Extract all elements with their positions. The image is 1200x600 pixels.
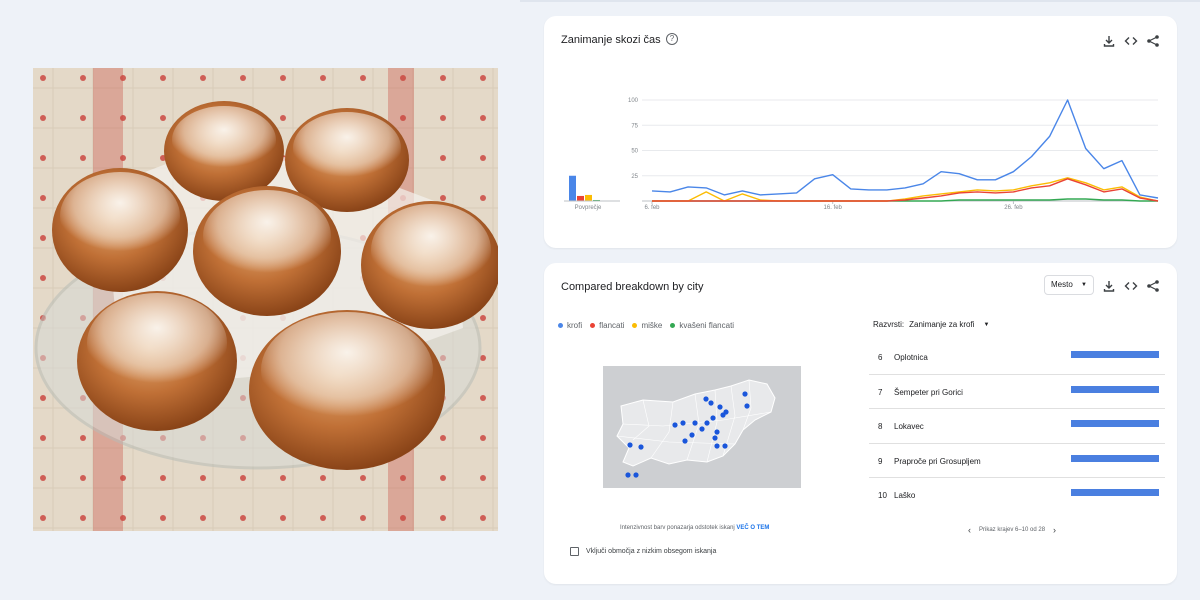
city-name: Oplotnica	[894, 353, 928, 362]
rank-number: 10	[878, 491, 887, 500]
embed-icon[interactable]	[1124, 279, 1138, 293]
legend-label: flancati	[599, 321, 625, 330]
legend-item-krofi: krofi	[558, 321, 582, 330]
average-bar-krofi	[569, 175, 576, 201]
y-tick-label: 25	[631, 174, 638, 180]
list-item[interactable]: 8 Lokavec	[869, 409, 1165, 444]
y-tick-label: 100	[628, 98, 639, 104]
average-bar-flancati	[577, 195, 584, 201]
map-note: Intenzivnost barv ponazarja odstotek isk…	[620, 525, 769, 531]
legend-dot	[590, 323, 596, 328]
legend-label: miške	[641, 321, 663, 330]
list-item[interactable]: 9 Praproče pri Grosupljem	[869, 444, 1165, 478]
legend-dot	[558, 323, 563, 328]
average-label: Povprečje	[575, 205, 602, 211]
learn-more-link[interactable]: VEČ O TEM	[736, 525, 769, 531]
rank-number: 9	[878, 456, 883, 466]
region-level-select[interactable]: Mesto ▼	[1044, 275, 1094, 295]
interest-bar	[1071, 454, 1159, 462]
x-tick-label: 26. feb	[1004, 205, 1023, 211]
average-bar-miške	[585, 194, 592, 201]
rank-number: 6	[878, 353, 883, 362]
region-level-value: Mesto	[1051, 280, 1073, 289]
y-tick-label: 75	[631, 123, 638, 129]
x-tick-label: 16. feb	[824, 205, 843, 211]
city-name: Lokavec	[894, 422, 924, 431]
low-volume-checkbox[interactable]	[570, 547, 579, 556]
breakdown-by-city-card: Compared breakdown by city Mesto ▼ krofi…	[544, 263, 1177, 584]
interest-bar	[1071, 385, 1159, 393]
city-name: Praproče pri Grosupljem	[894, 456, 981, 466]
sort-control: Razvrsti: Zanimanje za krofi ▼	[873, 320, 989, 329]
list-item[interactable]: 6 Oplotnica	[869, 340, 1165, 375]
sort-label: Razvrsti:	[873, 320, 905, 329]
chevron-right-icon[interactable]: ›	[1053, 525, 1056, 535]
city-ranking-list: 6 Oplotnica 7 Šempeter pri Gorici 8 Loka…	[869, 340, 1165, 513]
legend-dot	[632, 323, 638, 328]
top-divider	[520, 0, 1200, 2]
low-volume-label: Vključi območja z nizkim obsegom iskanja	[586, 548, 717, 555]
share-icon[interactable]	[1146, 279, 1160, 293]
legend-item-flancati: flancati	[590, 321, 624, 330]
interest-bar	[1071, 351, 1159, 358]
rank-number: 7	[878, 387, 883, 397]
list-item[interactable]: 10 Laško	[869, 478, 1165, 513]
legend-item-miske: miške	[632, 321, 662, 330]
series-legend: krofi flancati miške kvašeni flancati	[558, 321, 734, 330]
map-note-text: Intenzivnost barv ponazarja odstotek isk…	[620, 525, 735, 531]
series-line-miške	[652, 177, 1159, 202]
legend-item-kvaseni-flancati: kvašeni flancati	[670, 321, 734, 330]
legend-label: kvašeni flancati	[679, 321, 735, 330]
download-icon[interactable]	[1102, 279, 1116, 293]
rank-number: 8	[878, 422, 883, 431]
list-item[interactable]: 7 Šempeter pri Gorici	[869, 375, 1165, 409]
chevron-down-icon[interactable]: ▼	[983, 322, 989, 328]
interest-bar	[1071, 489, 1159, 496]
city-name: Laško	[894, 491, 916, 500]
chevron-left-icon[interactable]: ‹	[968, 525, 971, 535]
chevron-down-icon: ▼	[1081, 282, 1087, 288]
krofi-photo	[33, 68, 498, 531]
interest-line-chart: 100 75 50 25 6. feb 16. feb 26. feb Povprečje	[564, 98, 1159, 211]
legend-label: krofi	[567, 321, 583, 330]
low-volume-toggle: Vključi območja z nizkim obsegom iskanja	[570, 547, 716, 556]
x-tick-label: 6. feb	[644, 205, 660, 211]
pagination: ‹ Prikaz krajev 6–10 od 28 ›	[968, 525, 1056, 535]
interest-bar	[1071, 420, 1159, 427]
legend-dot	[670, 323, 676, 328]
slovenia-region-map[interactable]	[603, 366, 801, 488]
breakdown-card-title: Compared breakdown by city	[561, 281, 704, 293]
y-tick-label: 50	[631, 149, 638, 155]
pagination-text: Prikaz krajev 6–10 od 28	[979, 527, 1046, 533]
city-name: Šempeter pri Gorici	[894, 387, 963, 397]
interest-over-time-card: Zanimanje skozi čas ? 100 75 50 25 6. feb 16.…	[544, 16, 1177, 248]
sort-value-dropdown[interactable]: Zanimanje za krofi	[909, 320, 974, 329]
